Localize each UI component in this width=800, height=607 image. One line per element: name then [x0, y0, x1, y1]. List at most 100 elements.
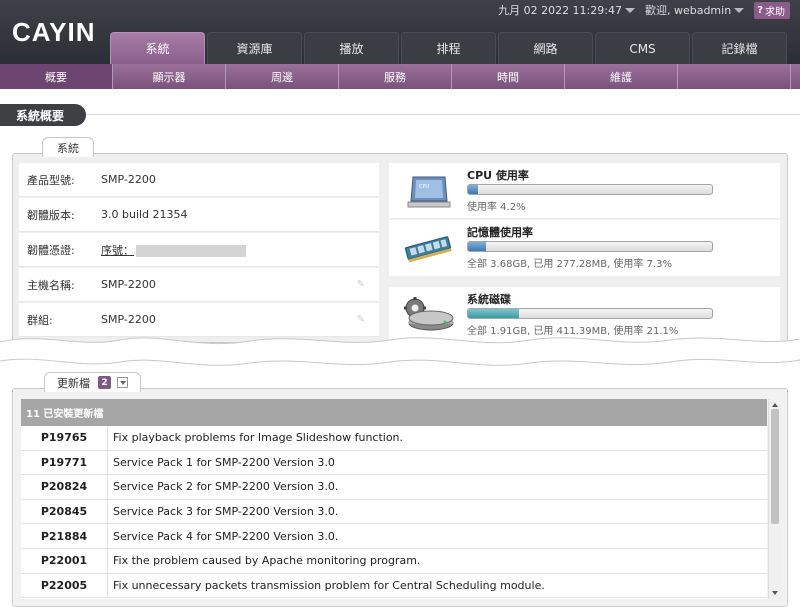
info-value: SMP-2200: [101, 173, 156, 186]
update-id: P20824: [21, 475, 108, 499]
list-item[interactable]: P22005 Fix unnecessary packets transmiss…: [21, 573, 767, 599]
tab-playback[interactable]: 播放: [304, 32, 399, 64]
tab-system[interactable]: 系統: [110, 32, 205, 64]
update-id: P22005: [21, 573, 108, 598]
disk-title: 系統磁碟: [467, 293, 511, 306]
cayin-logo[interactable]: CAYIN: [12, 20, 96, 44]
info-row-hostname: 主機名稱: SMP-2200 ✎: [19, 268, 379, 302]
info-value: 3.0 build 21354: [101, 208, 188, 221]
chevron-down-icon: [624, 7, 635, 13]
datetime-text: 九月 02 2022 11:29:47: [498, 4, 622, 17]
list-item[interactable]: P19771 Service Pack 1 for SMP-2200 Versi…: [21, 450, 767, 476]
chevron-down-icon: [734, 7, 745, 13]
title-rule: [0, 114, 800, 115]
memory-icon: [389, 220, 467, 276]
tab-schedule[interactable]: 排程: [401, 32, 496, 64]
help-button[interactable]: ? 求助: [754, 1, 790, 19]
tab-logs[interactable]: 記錄檔: [692, 32, 787, 64]
header: CAYIN 九月 02 2022 11:29:47 歡迎, webadmin ?…: [0, 0, 800, 64]
subtab-empty: [678, 64, 791, 89]
subtab-peripherals[interactable]: 周邊: [226, 64, 339, 89]
svg-text:CAYIN: CAYIN: [12, 20, 96, 44]
scroll-down-icon[interactable]: [772, 591, 778, 595]
tab-system-panel[interactable]: 系統: [42, 137, 94, 157]
subtab-display[interactable]: 顯示器: [113, 64, 226, 89]
updates-scrollbar[interactable]: [768, 399, 781, 599]
svg-text:CPU: CPU: [419, 184, 430, 190]
tab-cms[interactable]: CMS: [595, 32, 690, 64]
top-bar: 九月 02 2022 11:29:47 歡迎, webadmin ? 求助: [498, 1, 800, 19]
list-item[interactable]: P19765 Fix playback problems for Image S…: [21, 426, 767, 451]
updates-dropdown[interactable]: [117, 377, 128, 388]
info-key: 韌體版本:: [27, 208, 75, 222]
updates-list-header: 11 已安裝更新檔: [21, 399, 767, 426]
memory-title: 記憶體使用率: [467, 226, 533, 239]
disk-progress-fill: [468, 309, 520, 318]
update-description: Service Pack 1 for SMP-2200 Version 3.0: [113, 455, 335, 469]
scrollbar-thumb[interactable]: [771, 409, 779, 524]
redacted-serial: [136, 244, 246, 257]
memory-progress-bar: [467, 241, 713, 252]
torn-page-divider: [0, 337, 800, 366]
main-tabs: 系統 資源庫 播放 排程 網路 CMS 記錄檔: [110, 32, 789, 64]
info-key: 產品型號:: [27, 173, 75, 187]
update-id: P19771: [21, 450, 108, 475]
cpu-title: CPU 使用率: [467, 169, 529, 182]
disk-progress-bar: [467, 308, 713, 319]
subtab-maintenance[interactable]: 維護: [565, 64, 678, 89]
update-description: Service Pack 4 for SMP-2200 Version 3.0.: [113, 529, 339, 543]
subtab-overview[interactable]: 概要: [0, 64, 113, 89]
help-label: 求助: [765, 6, 785, 18]
updates-tab-label: 更新檔: [57, 376, 90, 390]
update-description: Service Pack 3 for SMP-2200 Version 3.0.: [113, 505, 339, 519]
user-greeting: 歡迎, webadmin: [644, 4, 732, 17]
update-description: Fix unnecessary packets transmission pro…: [113, 578, 545, 592]
edit-icon[interactable]: ✎: [357, 314, 365, 325]
info-key: 群組:: [27, 313, 53, 327]
edit-icon[interactable]: ✎: [357, 279, 365, 290]
memory-progress-fill: [468, 242, 486, 251]
list-item[interactable]: P20845 Service Pack 3 for SMP-2200 Versi…: [21, 499, 767, 525]
scroll-up-icon[interactable]: [772, 403, 778, 407]
info-key: 韌體憑證:: [27, 243, 75, 257]
list-item[interactable]: P21884 Service Pack 4 for SMP-2200 Versi…: [21, 524, 767, 549]
update-id: P21884: [21, 524, 108, 548]
cpu-progress-fill: [468, 185, 479, 194]
update-id: P20845: [21, 499, 108, 524]
update-id: P19765: [21, 426, 108, 450]
memory-usage: 記憶體使用率 全部 3.68GB, 已用 277.28MB, 使用率 7.3%: [389, 220, 780, 276]
list-item[interactable]: P22001 Fix the problem caused by Apache …: [21, 548, 767, 574]
subtab-time[interactable]: 時間: [452, 64, 565, 89]
info-key: 主機名稱:: [27, 278, 75, 292]
chevron-down-icon: [119, 380, 126, 385]
info-value: SMP-2200: [101, 278, 156, 291]
update-description: Fix playback problems for Image Slidesho…: [113, 431, 404, 445]
tab-network[interactable]: 網路: [498, 32, 593, 64]
system-info: 產品型號: SMP-2200 韌體版本: 3.0 build 21354 韌體憑…: [19, 163, 379, 338]
info-row-firmware: 韌體版本: 3.0 build 21354: [19, 198, 379, 232]
user-menu[interactable]: 歡迎, webadmin: [644, 2, 745, 18]
memory-detail: 全部 3.68GB, 已用 277.28MB, 使用率 7.3%: [467, 259, 673, 270]
tab-library[interactable]: 資源庫: [207, 32, 302, 64]
info-row-license: 韌體憑證: 序號：: [19, 233, 379, 267]
cpu-usage: CPU CPU 使用率 使用率 4.2%: [389, 163, 780, 218]
update-description: Service Pack 2 for SMP-2200 Version 3.0.: [113, 480, 339, 494]
update-id: P22001: [21, 548, 108, 573]
list-item[interactable]: P20824 Service Pack 2 for SMP-2200 Versi…: [21, 475, 767, 500]
page-title: 系統概要: [0, 104, 86, 126]
updates-count-badge: 2: [98, 376, 111, 389]
datetime-menu[interactable]: 九月 02 2022 11:29:47: [498, 2, 635, 18]
license-label: 序號：: [101, 243, 134, 257]
question-icon: ?: [757, 4, 763, 16]
cpu-icon: CPU: [389, 163, 467, 218]
updates-list: 11 已安裝更新檔 P19765 Fix playback problems f…: [21, 399, 767, 599]
cpu-detail: 使用率 4.2%: [467, 202, 526, 213]
info-value: SMP-2200: [101, 313, 156, 326]
info-row-model: 產品型號: SMP-2200: [19, 163, 379, 197]
update-description: Fix the problem caused by Apache monitor…: [113, 554, 421, 568]
tab-updates[interactable]: 更新檔 2: [44, 372, 141, 392]
sub-navigation: 概要 顯示器 周邊 服務 時間 維護: [0, 64, 800, 89]
subtab-services[interactable]: 服務: [339, 64, 452, 89]
license-link[interactable]: 序號：: [101, 242, 246, 258]
cpu-progress-bar: [467, 184, 713, 195]
